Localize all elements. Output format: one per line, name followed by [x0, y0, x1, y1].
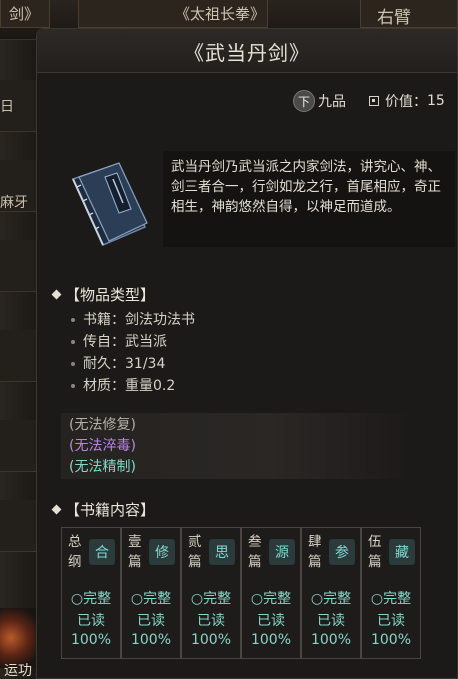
- item-value: 价值： 15: [369, 89, 445, 113]
- chapter-status: ○完整: [70, 591, 112, 607]
- diamond-icon: [51, 289, 62, 300]
- chapter-badge: 源: [269, 539, 295, 565]
- tab-label: 右臂: [377, 8, 411, 28]
- title-bar: 《武当丹剑》: [37, 29, 457, 73]
- chapter-percent: 100%: [250, 632, 292, 648]
- book-icon: [65, 157, 149, 249]
- property-label: 材质：: [83, 378, 125, 394]
- left-row[interactable]: [0, 420, 36, 472]
- flag-no-refine: (无法精制): [69, 459, 136, 475]
- left-row[interactable]: [0, 500, 36, 552]
- chapter-cell[interactable]: 伍篇藏 ○完整 已读 100%: [361, 527, 421, 659]
- chapter-read: 已读: [137, 613, 165, 629]
- value-label: 价值：: [385, 94, 427, 110]
- chapter-name: 贰篇: [188, 534, 202, 570]
- chapter-grid: 总纲合 ○完整 已读 100% 壹篇修 ○完整 已读 100% 贰篇思 ○完整 …: [61, 527, 421, 659]
- chapter-read: 已读: [317, 613, 345, 629]
- property-label: 书籍：: [83, 312, 125, 328]
- property-label: 传自：: [83, 334, 125, 350]
- chapter-status: ○完整: [250, 591, 292, 607]
- grade-text: 九品: [318, 94, 346, 110]
- tab-label: 剑》: [9, 5, 40, 23]
- property-row: 耐久： 31/34: [71, 353, 195, 375]
- coin-icon: [369, 96, 379, 106]
- chapter-name: 伍篇: [368, 534, 382, 570]
- left-sidebar: [0, 40, 38, 679]
- item-title: 《武当丹剑》: [184, 41, 310, 65]
- chapter-cell[interactable]: 贰篇思 ○完整 已读 100%: [181, 527, 241, 659]
- property-value: 31/34: [125, 356, 166, 372]
- chapter-read: 已读: [77, 613, 105, 629]
- chapter-badge: 合: [89, 539, 115, 565]
- bullet-icon: [71, 318, 75, 322]
- left-label[interactable]: 运功: [4, 660, 32, 679]
- chapter-read: 已读: [257, 613, 285, 629]
- content-section-header: 【书籍内容】: [51, 499, 156, 520]
- chapter-badge: 藏: [389, 539, 415, 565]
- tab-skill-left[interactable]: 剑》: [0, 0, 50, 28]
- chapter-status: ○完整: [310, 591, 352, 607]
- flag-no-repair: (无法修复): [69, 417, 136, 433]
- type-section-header: 【物品类型】: [51, 284, 156, 305]
- chapter-percent: 100%: [70, 632, 112, 648]
- left-label: 麻牙: [0, 195, 28, 211]
- chapter-percent: 100%: [310, 632, 352, 648]
- bullet-icon: [71, 340, 75, 344]
- chapter-badge: 思: [209, 539, 235, 565]
- property-row: 材质： 重量0.2: [71, 375, 195, 397]
- chapter-status: ○完整: [190, 591, 232, 607]
- bullet-icon: [71, 362, 75, 366]
- chapter-cell[interactable]: 叁篇源 ○完整 已读 100%: [241, 527, 301, 659]
- section-title: 【物品类型】: [65, 286, 156, 304]
- chapter-name: 总纲: [68, 534, 82, 570]
- property-label: 耐久：: [83, 356, 125, 372]
- value-number: 15: [427, 93, 445, 109]
- tab-right-arm[interactable]: 右臂: [360, 0, 458, 28]
- section-title: 【书籍内容】: [65, 501, 156, 519]
- chapter-status: ○完整: [370, 591, 412, 607]
- left-row[interactable]: [0, 240, 36, 292]
- chapter-cell[interactable]: 肆篇参 ○完整 已读 100%: [301, 527, 361, 659]
- orb-icon[interactable]: [0, 608, 36, 668]
- property-value: 武当派: [125, 334, 167, 350]
- property-value: 重量0.2: [125, 378, 176, 394]
- diamond-icon: [51, 504, 62, 515]
- chapter-read: 已读: [377, 613, 405, 629]
- left-row[interactable]: [0, 330, 36, 382]
- left-label: 日: [0, 99, 14, 115]
- chapter-cell[interactable]: 壹篇修 ○完整 已读 100%: [121, 527, 181, 659]
- chapter-cell[interactable]: 总纲合 ○完整 已读 100%: [61, 527, 121, 659]
- chapter-read: 已读: [197, 613, 225, 629]
- bullet-icon: [71, 384, 75, 388]
- chapter-name: 肆篇: [308, 534, 322, 570]
- chapter-badge: 修: [149, 539, 175, 565]
- property-row: 书籍： 剑法功法书: [71, 309, 195, 331]
- chapter-percent: 100%: [370, 632, 412, 648]
- tab-label: 《太祖长拳》: [175, 5, 266, 23]
- chapter-name: 壹篇: [128, 534, 142, 570]
- item-grade: 下 九品: [293, 89, 346, 113]
- grade-icon: 下: [293, 90, 315, 112]
- property-value: 剑法功法书: [125, 312, 195, 328]
- tab-skill-middle[interactable]: 《太祖长拳》: [78, 0, 268, 28]
- flag-no-poison: (无法淬毒): [69, 438, 136, 454]
- item-description: 武当丹剑乃武当派之内家剑法，讲究心、神、剑三者合一，行剑如龙之行，首尾相应，奇正…: [163, 151, 455, 247]
- item-flags: (无法修复) (无法淬毒) (无法精制): [61, 413, 413, 479]
- property-row: 传自： 武当派: [71, 331, 195, 353]
- chapter-badge: 参: [329, 539, 355, 565]
- chapter-status: ○完整: [130, 591, 172, 607]
- chapter-percent: 100%: [130, 632, 172, 648]
- chapter-percent: 100%: [190, 632, 232, 648]
- property-list: 书籍： 剑法功法书 传自： 武当派 耐久： 31/34 材质： 重量0.2: [71, 309, 195, 397]
- chapter-name: 叁篇: [248, 534, 262, 570]
- item-tooltip: 《武当丹剑》 下 九品 价值： 15 武当丹剑乃武当派之内家剑法，讲究心、神、剑…: [36, 28, 458, 679]
